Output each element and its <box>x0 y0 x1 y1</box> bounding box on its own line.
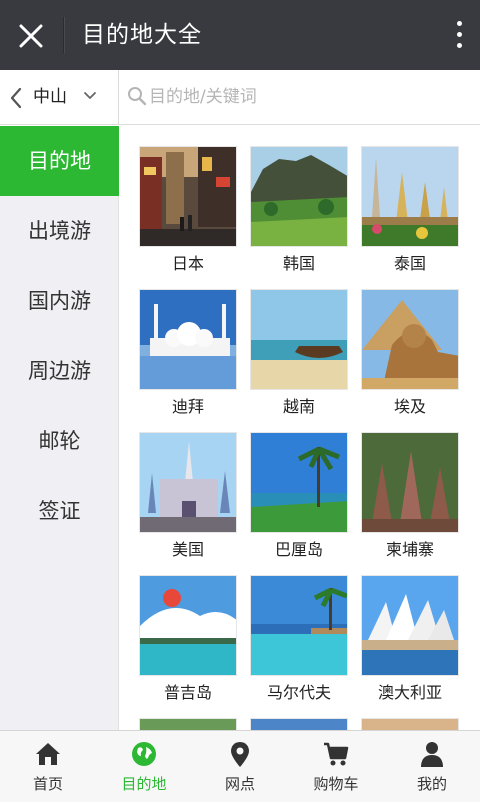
title-divider <box>63 17 64 53</box>
chevron-down-icon <box>84 92 96 99</box>
destination-card-phuket[interactable]: 普吉岛 <box>139 575 237 702</box>
destination-photo <box>250 289 348 390</box>
destination-card-thailand[interactable]: 泰国 <box>361 146 459 273</box>
destination-photo <box>361 575 459 676</box>
city-label: 中山 <box>33 87 67 107</box>
tab-profile[interactable]: 我的 <box>384 731 480 803</box>
destination-card-dubai[interactable]: 迪拜 <box>139 289 237 416</box>
destination-photo <box>139 289 237 390</box>
destination-card-partial[interactable] <box>139 718 237 730</box>
close-button[interactable] <box>0 0 62 70</box>
cart-icon <box>324 742 349 766</box>
destination-name: 巴厘岛 <box>274 540 323 559</box>
destination-name: 韩国 <box>282 254 315 273</box>
sidebar-item-cruise[interactable]: 邮轮 <box>0 406 119 476</box>
destination-photo <box>361 289 459 390</box>
city-selector[interactable]: 中山 <box>0 70 119 125</box>
page-title: 目的地大全 <box>82 22 202 48</box>
destination-photo <box>250 432 348 533</box>
location-pin-icon <box>231 742 249 767</box>
destination-card-partial[interactable] <box>250 718 348 730</box>
search-box <box>120 70 480 125</box>
sidebar-item-destinations[interactable]: 目的地 <box>0 126 119 196</box>
destination-photo <box>250 146 348 247</box>
destination-photo <box>250 718 348 730</box>
destination-photo <box>361 432 459 533</box>
destination-photo <box>361 146 459 247</box>
destination-card-japan[interactable]: 日本 <box>139 146 237 273</box>
destination-card-korea[interactable]: 韩国 <box>250 146 348 273</box>
destination-card-partial[interactable] <box>361 718 459 730</box>
more-menu-button[interactable] <box>440 0 480 70</box>
destination-name: 马尔代夫 <box>266 683 331 702</box>
destination-photo <box>139 718 237 730</box>
bottom-tab-bar: 首页 目的地 网点 购物车 我的 <box>0 730 480 802</box>
tab-label: 我的 <box>416 775 447 793</box>
tab-label: 购物车 <box>313 775 359 793</box>
destination-photo <box>139 575 237 676</box>
destination-card-egypt[interactable]: 埃及 <box>361 289 459 416</box>
category-sidebar: 目的地 出境游 国内游 周边游 邮轮 签证 <box>0 126 119 730</box>
sidebar-item-domestic[interactable]: 国内游 <box>0 266 119 336</box>
destination-name: 埃及 <box>393 397 426 416</box>
destination-card-cambodia[interactable]: 柬埔寨 <box>361 432 459 559</box>
destination-name: 泰国 <box>393 254 426 273</box>
tab-label: 首页 <box>32 775 63 793</box>
tab-cart[interactable]: 购物车 <box>288 731 384 803</box>
destination-name: 迪拜 <box>171 397 204 416</box>
search-icon <box>128 87 147 106</box>
title-bar: 目的地大全 <box>0 0 480 70</box>
destination-name: 日本 <box>171 254 204 273</box>
destination-photo <box>139 432 237 533</box>
tab-home[interactable]: 首页 <box>0 731 96 803</box>
close-icon <box>19 24 43 48</box>
chevron-left-icon <box>10 87 22 109</box>
destination-grid: 日本 韩国 泰国 迪拜 越南 埃及 美国 巴厘岛 柬埔寨 普吉岛 马尔代夫 澳大… <box>120 126 480 730</box>
search-bar: 中山 <box>0 70 480 125</box>
destination-card-vietnam[interactable]: 越南 <box>250 289 348 416</box>
destination-card-usa[interactable]: 美国 <box>139 432 237 559</box>
user-icon <box>421 742 443 767</box>
destination-photo <box>250 575 348 676</box>
destination-name: 越南 <box>282 397 315 416</box>
destination-name: 澳大利亚 <box>377 683 442 702</box>
sidebar-item-outbound[interactable]: 出境游 <box>0 196 119 266</box>
globe-icon <box>132 742 156 766</box>
sidebar-item-nearby[interactable]: 周边游 <box>0 336 119 406</box>
tab-outlets[interactable]: 网点 <box>192 731 288 803</box>
destination-card-australia[interactable]: 澳大利亚 <box>361 575 459 702</box>
destination-card-bali[interactable]: 巴厘岛 <box>250 432 348 559</box>
tab-label: 目的地 <box>121 775 167 793</box>
home-icon <box>36 743 60 765</box>
sidebar-item-visa[interactable]: 签证 <box>0 476 119 546</box>
tab-label: 网点 <box>224 775 255 793</box>
search-input[interactable] <box>149 80 469 114</box>
destination-card-maldives[interactable]: 马尔代夫 <box>250 575 348 702</box>
destination-name: 柬埔寨 <box>385 540 434 559</box>
tab-destinations[interactable]: 目的地 <box>96 731 192 803</box>
destination-photo <box>139 146 237 247</box>
destination-photo <box>361 718 459 730</box>
destination-name: 普吉岛 <box>163 683 212 702</box>
destination-name: 美国 <box>171 540 204 559</box>
